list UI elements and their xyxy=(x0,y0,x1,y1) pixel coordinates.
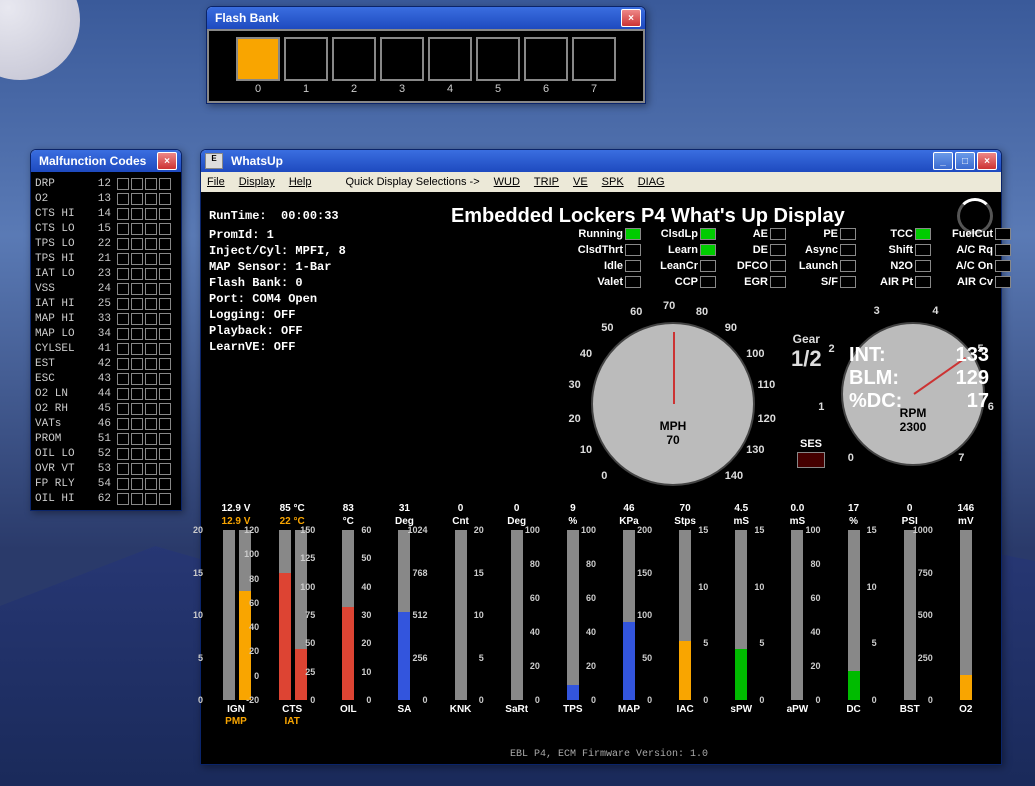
indicator-n2o: N2O xyxy=(861,258,931,274)
menubar: File Display Help Quick Display Selectio… xyxy=(201,172,1001,192)
indicator-a/c on: A/C On xyxy=(941,258,1011,274)
mal-row: OIL LO52 xyxy=(35,446,177,461)
mal-row: OIL HI62 xyxy=(35,491,177,506)
flash-bank-window: Flash Bank × 01234567 xyxy=(206,6,646,104)
flash-cell-2[interactable]: 2 xyxy=(332,37,376,95)
quick-wud[interactable]: WUD xyxy=(494,176,520,188)
indicator-idle: Idle xyxy=(571,258,641,274)
firmware-footer: EBL P4, ECM Firmware Version: 1.0 xyxy=(209,749,1009,760)
indicator-fan1: Fan1 xyxy=(1016,226,1035,242)
indicator-fuelcut: FuelCut xyxy=(941,226,1011,242)
indicator-ae: AE xyxy=(716,226,786,242)
wu-title: WhatsUp xyxy=(227,154,931,168)
indicator-clsdlp: ClsdLp xyxy=(646,226,716,242)
whatsup-window: E WhatsUp _ □ × File Display Help Quick … xyxy=(200,149,1002,765)
indicator-async: Async xyxy=(786,242,856,258)
info-block: PromId: 1Inject/Cyl: MPFI, 8MAP Sensor: … xyxy=(209,228,346,356)
indicator-dfco: DFCO xyxy=(716,258,786,274)
main-title: Embedded Lockers P4 What's Up Display xyxy=(339,205,957,228)
mal-row: CTS LO15 xyxy=(35,221,177,236)
close-icon[interactable]: × xyxy=(157,152,177,170)
readouts: INT:133BLM:129%DC:17 xyxy=(849,344,989,413)
mal-title: Malfunction Codes xyxy=(35,154,155,168)
mal-row: PROM51 xyxy=(35,431,177,446)
mal-row: VSS24 xyxy=(35,281,177,296)
flash-cell-7[interactable]: 7 xyxy=(572,37,616,95)
quick-spk[interactable]: SPK xyxy=(602,176,624,188)
menu-file[interactable]: File xyxy=(207,176,225,188)
flash-cell-5[interactable]: 5 xyxy=(476,37,520,95)
flash-cell-6[interactable]: 6 xyxy=(524,37,568,95)
close-icon[interactable]: × xyxy=(977,152,997,170)
indicator-running: Running xyxy=(571,226,641,242)
quick-trip[interactable]: TRIP xyxy=(534,176,559,188)
quick-diag[interactable]: DIAG xyxy=(638,176,665,188)
flash-titlebar[interactable]: Flash Bank × xyxy=(207,7,645,29)
mal-row: IAT HI25 xyxy=(35,296,177,311)
menu-help[interactable]: Help xyxy=(289,176,312,188)
bar-o2: 146mV10007505002500O2 xyxy=(939,502,993,728)
maximize-icon[interactable]: □ xyxy=(955,152,975,170)
minimize-icon[interactable]: _ xyxy=(933,152,953,170)
mal-row: EST42 xyxy=(35,356,177,371)
indicator-tcc: TCC xyxy=(861,226,931,242)
quick-label: Quick Display Selections -> xyxy=(345,176,479,188)
mal-row: TPS LO22 xyxy=(35,236,177,251)
mal-row: MAP LO34 xyxy=(35,326,177,341)
indicator-pe: PE xyxy=(786,226,856,242)
indicator-shift: Shift xyxy=(861,242,931,258)
quick-ve[interactable]: VE xyxy=(573,176,588,188)
mph-gauge: MPH70 xyxy=(591,322,755,486)
mal-titlebar[interactable]: Malfunction Codes × xyxy=(31,150,181,172)
mal-row: CTS HI14 xyxy=(35,206,177,221)
mal-row: CYLSEL41 xyxy=(35,341,177,356)
mal-row: O2 RH45 xyxy=(35,401,177,416)
runtime: RunTime: 00:00:33 xyxy=(209,209,339,223)
indicator-fan2: Fan2 xyxy=(1016,242,1035,258)
ses-indicator: SES xyxy=(797,438,825,468)
mal-row: DRP12 xyxy=(35,176,177,191)
mal-row: O2 LN44 xyxy=(35,386,177,401)
indicator-air pt: AIR Pt xyxy=(861,274,931,290)
gear-display: Gear1/2 xyxy=(791,332,822,372)
flash-cell-0[interactable]: 0 xyxy=(236,37,280,95)
indicator-s/f: S/F xyxy=(786,274,856,290)
indicator-egr: EGR xyxy=(716,274,786,290)
mal-row: FP RLY54 xyxy=(35,476,177,491)
app-icon: E xyxy=(205,153,223,169)
indicator-valet: Valet xyxy=(571,274,641,290)
mal-row: O213 xyxy=(35,191,177,206)
wu-titlebar[interactable]: E WhatsUp _ □ × xyxy=(201,150,1001,172)
indicator-learn: Learn xyxy=(646,242,716,258)
indicator-de: DE xyxy=(716,242,786,258)
indicator-leancr: LeanCr xyxy=(646,258,716,274)
close-icon[interactable]: × xyxy=(621,9,641,27)
flash-title: Flash Bank xyxy=(211,11,619,25)
mal-row: OVR VT53 xyxy=(35,461,177,476)
indicator-a/c rq: A/C Rq xyxy=(941,242,1011,258)
malfunction-window: Malfunction Codes × DRP12O213CTS HI14CTS… xyxy=(30,149,182,511)
mal-row: TPS HI21 xyxy=(35,251,177,266)
indicator-clsdthrt: ClsdThrt xyxy=(571,242,641,258)
indicator-launch: Launch xyxy=(786,258,856,274)
mal-row: VATs46 xyxy=(35,416,177,431)
indicator-ccp: CCP xyxy=(646,274,716,290)
mal-row: ESC43 xyxy=(35,371,177,386)
mal-row: MAP HI33 xyxy=(35,311,177,326)
mal-row: IAT LO23 xyxy=(35,266,177,281)
indicator-air cv: AIR Cv xyxy=(941,274,1011,290)
flash-cell-4[interactable]: 4 xyxy=(428,37,472,95)
menu-display[interactable]: Display xyxy=(239,176,275,188)
flash-cell-1[interactable]: 1 xyxy=(284,37,328,95)
flash-cell-3[interactable]: 3 xyxy=(380,37,424,95)
